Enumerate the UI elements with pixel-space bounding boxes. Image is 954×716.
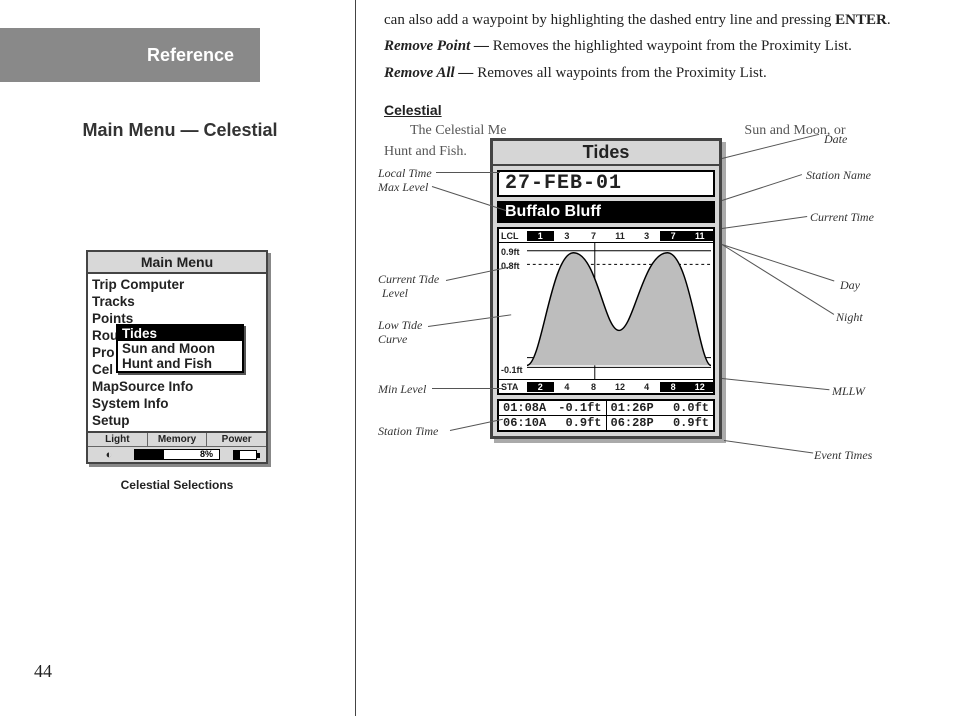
ann-night: Night bbox=[836, 310, 863, 325]
sta-seg: 8 bbox=[660, 382, 687, 392]
lcl-seg: 3 bbox=[633, 231, 660, 241]
remove-all-label: Remove All — bbox=[384, 65, 477, 81]
chart-area bbox=[527, 243, 711, 379]
status-light-label: Light bbox=[88, 433, 148, 446]
remove-point-text: Removes the highlighted waypoint from th… bbox=[493, 38, 852, 54]
tides-title: Tides bbox=[493, 141, 719, 166]
sta-seg: 2 bbox=[527, 382, 554, 392]
enter-key: ENTER bbox=[835, 12, 887, 28]
lcl-seg: 1 bbox=[527, 231, 554, 241]
event-time: 06:28P bbox=[611, 416, 654, 430]
ann-max-level: Max Level bbox=[378, 180, 428, 195]
ann-min-level: Min Level bbox=[378, 382, 426, 397]
status-memory-label: Memory bbox=[148, 433, 208, 446]
memory-bar: 8% bbox=[134, 449, 220, 460]
celestial-submenu: Tides Sun and Moon Hunt and Fish bbox=[116, 324, 244, 373]
lcl-seg: 11 bbox=[607, 231, 634, 241]
list-item[interactable]: Trip Computer bbox=[92, 276, 262, 293]
celestial-text-1: The Celestial Me bbox=[410, 123, 506, 138]
celestial-heading: Celestial bbox=[384, 101, 926, 120]
device-title: Main Menu bbox=[88, 252, 266, 274]
tides-chart: LCL 1 3 7 11 3 7 11 0.9ft 0.8ft -0.1ft S… bbox=[497, 227, 715, 395]
list-item[interactable]: System Info bbox=[92, 395, 262, 412]
lcl-seg: 11 bbox=[686, 231, 713, 241]
battery-icon bbox=[224, 450, 266, 460]
event-time: 06:10A bbox=[503, 416, 546, 430]
ann-current-tide2: Level bbox=[382, 286, 408, 301]
device-list: Trip Computer Tracks Points Rou Pro Cel … bbox=[88, 274, 266, 431]
lcl-seg: 7 bbox=[660, 231, 687, 241]
y-min: -0.1ft bbox=[501, 365, 523, 375]
main-menu-device: Main Menu Trip Computer Tracks Points Ro… bbox=[86, 250, 268, 464]
section-title: Main Menu — Celestial bbox=[30, 120, 330, 141]
event-val: 0.0ft bbox=[673, 401, 709, 415]
lcl-seg: 3 bbox=[554, 231, 581, 241]
tide-curve-svg bbox=[527, 243, 711, 379]
sta-seg: 4 bbox=[633, 382, 660, 392]
memory-fill bbox=[135, 450, 164, 459]
para-text: . bbox=[887, 12, 891, 28]
device-caption: Celestial Selections bbox=[86, 478, 268, 492]
event-val: 0.9ft bbox=[565, 416, 601, 430]
ann-low-tide: Low Tide bbox=[378, 318, 422, 333]
status-power-label: Power bbox=[207, 433, 266, 446]
remove-point-label: Remove Point — bbox=[384, 38, 493, 54]
lcl-label: LCL bbox=[499, 231, 527, 241]
sta-label: STA bbox=[499, 382, 527, 392]
ann-current-time: Current Time bbox=[810, 210, 874, 225]
station-time-row: STA 2 4 8 12 4 8 12 bbox=[499, 379, 713, 393]
sta-seg: 4 bbox=[554, 382, 581, 392]
ann-event-times: Event Times bbox=[814, 448, 872, 463]
list-item[interactable]: MapSource Info bbox=[92, 378, 262, 395]
sta-seg: 8 bbox=[580, 382, 607, 392]
para-text: can also add a waypoint by highlighting … bbox=[384, 12, 835, 28]
tides-events: 01:08A -0.1ft 01:26P 0.0ft 06:10A 0.9ft 06:… bbox=[497, 399, 715, 432]
list-item[interactable]: Setup bbox=[92, 412, 262, 429]
ann-station-time: Station Time bbox=[378, 424, 438, 439]
device-status-labels: Light Memory Power bbox=[88, 431, 266, 446]
sta-seg: 12 bbox=[607, 382, 634, 392]
submenu-item-sun-moon[interactable]: Sun and Moon bbox=[118, 341, 242, 356]
list-item[interactable]: Tracks bbox=[92, 293, 262, 310]
reference-banner: Reference bbox=[0, 28, 260, 82]
sta-seg: 12 bbox=[686, 382, 713, 392]
device-status-values: ◐ 8% bbox=[88, 446, 266, 462]
ann-local-time: Local Time bbox=[378, 166, 432, 181]
event-time: 01:08A bbox=[503, 401, 546, 415]
tides-device: Tides 27-FEB-01 Buffalo Bluff LCL 1 3 7 … bbox=[490, 138, 722, 439]
ann-day: Day bbox=[840, 278, 860, 293]
page-number: 44 bbox=[34, 661, 52, 682]
y-max: 0.9ft bbox=[501, 247, 520, 257]
lcl-seg: 7 bbox=[580, 231, 607, 241]
ann-mllw: MLLW bbox=[832, 384, 865, 399]
remove-all-text: Removes all waypoints from the Proximity… bbox=[477, 65, 767, 81]
tides-date[interactable]: 27-FEB-01 bbox=[497, 170, 715, 197]
local-time-row: LCL 1 3 7 11 3 7 11 bbox=[499, 229, 713, 243]
tides-station[interactable]: Buffalo Bluff bbox=[497, 201, 715, 223]
event-val: 0.9ft bbox=[673, 416, 709, 430]
event-time: 01:26P bbox=[611, 401, 654, 415]
ann-low-tide2: Curve bbox=[378, 332, 407, 347]
submenu-item-hunt-fish[interactable]: Hunt and Fish bbox=[118, 356, 242, 371]
ann-station-name: Station Name bbox=[806, 168, 871, 183]
submenu-item-tides[interactable]: Tides bbox=[118, 326, 242, 341]
ann-date: Date bbox=[824, 132, 847, 147]
light-icon: ◐ bbox=[88, 449, 130, 461]
memory-pct: 8% bbox=[200, 449, 213, 459]
ann-current-tide: Current Tide bbox=[378, 272, 439, 287]
event-val: -0.1ft bbox=[558, 401, 601, 415]
celestial-text-2: Hunt and Fish. bbox=[384, 144, 467, 159]
